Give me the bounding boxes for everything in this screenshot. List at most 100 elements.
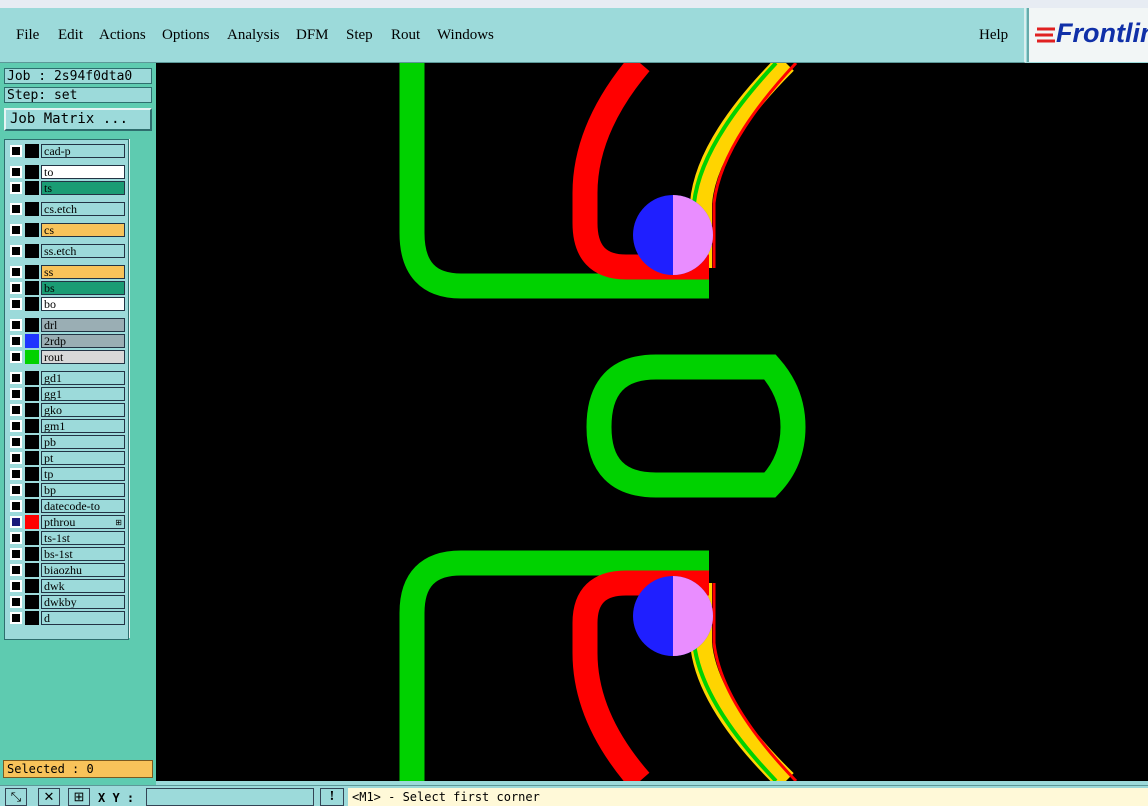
layer-checkbox[interactable] [10,335,22,347]
layer-checkbox[interactable] [10,484,22,496]
layer-row[interactable]: gg1 [7,387,126,401]
layer-row[interactable]: gm1 [7,419,126,433]
layer-row[interactable]: dwk [7,579,126,593]
layer-color-swatch[interactable] [25,371,39,385]
layer-name[interactable]: 2rdp [41,334,125,348]
layer-row[interactable]: bs-1st [7,547,126,561]
menu-analysis[interactable]: Analysis [227,27,280,44]
layer-name[interactable]: bs-1st [41,547,125,561]
layer-row[interactable]: drl [7,318,126,332]
layer-name[interactable]: gm1 [41,419,125,433]
layer-checkbox[interactable] [10,388,22,400]
layer-row[interactable]: ts [7,181,126,195]
layer-name[interactable]: ts [41,181,125,195]
menu-options[interactable]: Options [162,27,210,44]
layer-row[interactable]: pb [7,435,126,449]
layer-color-swatch[interactable] [25,202,39,216]
layer-color-swatch[interactable] [25,165,39,179]
layer-name[interactable]: cs [41,223,125,237]
layer-name[interactable]: drl [41,318,125,332]
layer-color-swatch[interactable] [25,403,39,417]
layer-row[interactable]: bp [7,483,126,497]
layer-checkbox[interactable] [10,166,22,178]
layer-color-swatch[interactable] [25,467,39,481]
layer-checkbox[interactable] [10,564,22,576]
layer-row[interactable]: ts-1st [7,531,126,545]
layer-name[interactable]: ss.etch [41,244,125,258]
layer-color-swatch[interactable] [25,435,39,449]
menu-file[interactable]: File [16,27,39,44]
layer-color-swatch[interactable] [25,181,39,195]
layer-scrollbar[interactable] [129,139,154,638]
layer-name[interactable]: dwkby [41,595,125,609]
layer-checkbox[interactable] [10,468,22,480]
layer-name[interactable]: pthrou ⊞ [41,515,125,529]
layer-row[interactable]: cs [7,223,126,237]
layer-row[interactable]: cs.etch [7,202,126,216]
layer-color-swatch[interactable] [25,579,39,593]
layer-checkbox[interactable] [10,516,22,528]
layer-checkbox[interactable] [10,182,22,194]
layer-row[interactable]: pthrou ⊞ [7,515,126,529]
menu-help[interactable]: Help [979,27,1008,44]
layer-name[interactable]: pb [41,435,125,449]
layer-checkbox[interactable] [10,319,22,331]
layer-row[interactable]: 2rdp [7,334,126,348]
layer-name[interactable]: to [41,165,125,179]
layer-color-swatch[interactable] [25,334,39,348]
menu-dfm[interactable]: DFM [296,27,329,44]
layer-color-swatch[interactable] [25,451,39,465]
layer-color-swatch[interactable] [25,297,39,311]
layer-checkbox[interactable] [10,548,22,560]
layer-checkbox[interactable] [10,203,22,215]
layer-checkbox[interactable] [10,282,22,294]
alert-button[interactable]: ! [320,788,344,806]
layer-color-swatch[interactable] [25,350,39,364]
layer-name[interactable]: d [41,611,125,625]
layer-color-swatch[interactable] [25,318,39,332]
layer-row[interactable]: datecode-to [7,499,126,513]
layer-name[interactable]: datecode-to [41,499,125,513]
layer-row[interactable]: tp [7,467,126,481]
menu-step[interactable]: Step [346,27,373,44]
layer-name[interactable]: dwk [41,579,125,593]
layer-name[interactable]: bs [41,281,125,295]
layer-row[interactable]: to [7,165,126,179]
layer-checkbox[interactable] [10,452,22,464]
layer-color-swatch[interactable] [25,387,39,401]
layer-color-swatch[interactable] [25,265,39,279]
layer-row[interactable]: ss.etch [7,244,126,258]
layer-name[interactable]: ts-1st [41,531,125,545]
layer-row[interactable]: cad-p [7,144,126,158]
layer-row[interactable]: gko [7,403,126,417]
layer-name[interactable]: bp [41,483,125,497]
layer-color-swatch[interactable] [25,611,39,625]
layer-name[interactable]: ss [41,265,125,279]
layer-row[interactable]: bs [7,281,126,295]
layer-color-swatch[interactable] [25,563,39,577]
job-matrix-button[interactable]: Job Matrix ... [4,108,152,131]
layer-row[interactable]: biaozhu [7,563,126,577]
layer-color-swatch[interactable] [25,144,39,158]
layer-color-swatch[interactable] [25,281,39,295]
layer-color-swatch[interactable] [25,419,39,433]
layer-name[interactable]: cad-p [41,144,125,158]
layer-checkbox[interactable] [10,266,22,278]
menu-windows[interactable]: Windows [437,27,494,44]
menu-actions[interactable]: Actions [99,27,146,44]
xy-input[interactable] [146,788,314,806]
layer-row[interactable]: pt [7,451,126,465]
layer-checkbox[interactable] [10,145,22,157]
menu-rout[interactable]: Rout [391,27,420,44]
layer-checkbox[interactable] [10,245,22,257]
layer-color-swatch[interactable] [25,483,39,497]
layer-checkbox[interactable] [10,372,22,384]
layer-checkbox[interactable] [10,596,22,608]
layer-color-swatch[interactable] [25,547,39,561]
layer-color-swatch[interactable] [25,515,39,529]
layer-color-swatch[interactable] [25,244,39,258]
layer-name[interactable]: rout [41,350,125,364]
layer-name[interactable]: biaozhu [41,563,125,577]
layer-checkbox[interactable] [10,580,22,592]
layer-row[interactable]: gd1 [7,371,126,385]
